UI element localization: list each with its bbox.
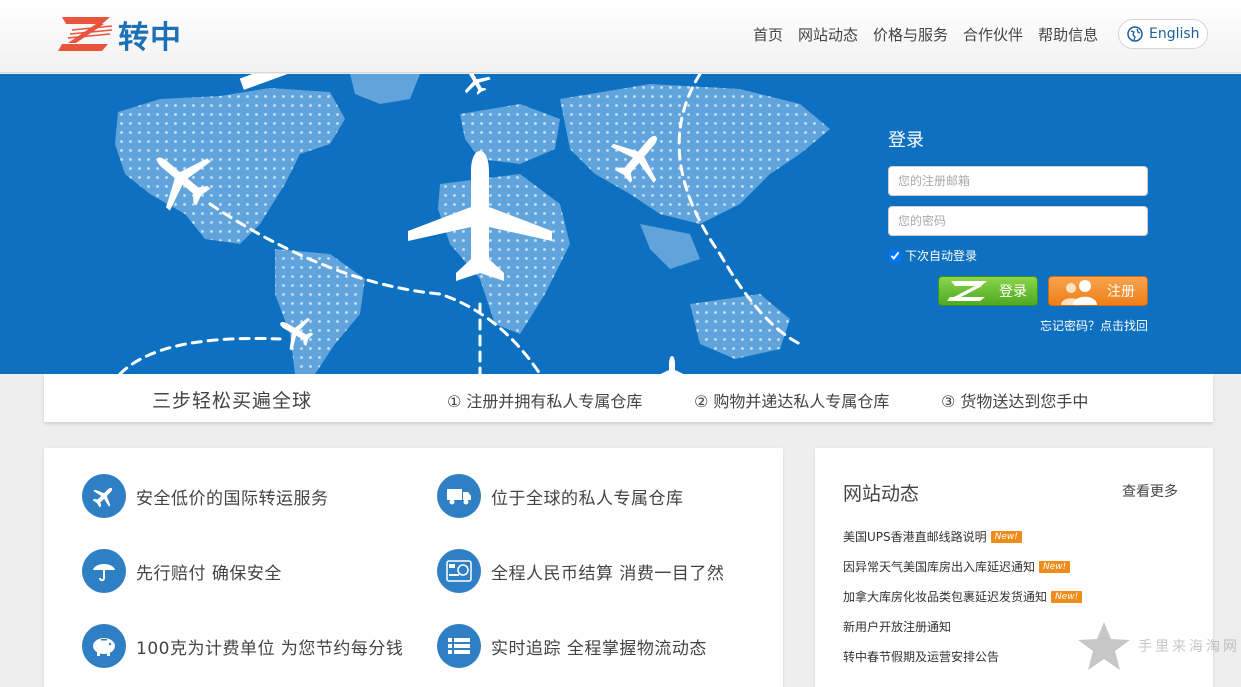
feature-item: 位于全球的私人专属仓库 (437, 474, 684, 518)
users-icon (1061, 280, 1097, 305)
nav-news[interactable]: 网站动态 (798, 24, 858, 45)
news-item[interactable]: 转中春节假期及运营安排公告 (843, 648, 999, 665)
globe-icon (1127, 26, 1143, 42)
feature-text: 位于全球的私人专属仓库 (491, 488, 684, 509)
news-title: 网站动态 (843, 483, 920, 505)
piggy-bank-icon (82, 624, 126, 668)
watermark: 手里来海淘网 (1076, 620, 1240, 672)
login-button-label: 登录 (999, 284, 1027, 300)
airplane-icon (82, 474, 126, 518)
currency-icon (437, 549, 481, 593)
email-field[interactable] (888, 166, 1148, 196)
language-label: English (1149, 26, 1200, 42)
main-nav: 首页 网站动态 价格与服务 合作伙伴 帮助信息 (753, 24, 1113, 45)
remember-checkbox[interactable] (889, 249, 901, 262)
remember-label: 下次自动登录 (905, 249, 978, 263)
watermark-text: 手里来海淘网 (1138, 639, 1240, 655)
password-field[interactable] (888, 206, 1148, 236)
news-item[interactable]: 因异常天气美国库房出入库延迟通知 New! (843, 558, 1071, 575)
logo[interactable]: 转中 (58, 16, 182, 56)
news-item-title: 转中春节假期及运营安排公告 (843, 650, 1000, 664)
new-badge: New! (1051, 590, 1083, 603)
umbrella-icon (82, 549, 126, 593)
feature-text: 全程人民币结算 消费一目了然 (491, 563, 725, 584)
step-3: ③ 货物送达到您手中 (941, 392, 1089, 411)
step-1: ① 注册并拥有私人专属仓库 (447, 392, 643, 411)
news-item-title: 加拿大库房化妆品类包裹延迟发货通知 (843, 590, 1048, 604)
news-item[interactable]: 新用户开放注册通知 (843, 618, 951, 635)
feature-text: 实时追踪 全程掌握物流动态 (491, 638, 707, 659)
login-button[interactable]: 登录 (938, 276, 1038, 306)
new-badge: New! (990, 530, 1022, 543)
register-button-label: 注册 (1107, 284, 1135, 300)
nav-pricing[interactable]: 价格与服务 (873, 24, 948, 45)
register-button[interactable]: 注册 (1048, 276, 1148, 306)
logo-text: 转中 (118, 19, 182, 56)
feature-item: 实时追踪 全程掌握物流动态 (437, 624, 707, 668)
feature-text: 安全低价的国际转运服务 (136, 488, 329, 509)
login-title: 登录 (888, 130, 924, 151)
list-icon (437, 624, 481, 668)
news-more-link[interactable]: 查看更多 (1122, 481, 1178, 501)
new-badge: New! (1039, 560, 1071, 573)
logo-mark-icon (947, 281, 987, 301)
step-2: ② 购物并递达私人专属仓库 (694, 392, 890, 411)
remember-me[interactable]: 下次自动登录 (889, 247, 977, 264)
news-item-title: 美国UPS香港直邮线路说明 (843, 530, 987, 544)
truck-icon (437, 474, 481, 518)
feature-item: 全程人民币结算 消费一目了然 (437, 549, 724, 593)
language-button[interactable]: English (1118, 19, 1208, 49)
star-icon (1078, 622, 1130, 670)
nav-help[interactable]: 帮助信息 (1038, 24, 1098, 45)
nav-partners[interactable]: 合作伙伴 (963, 24, 1023, 45)
logo-mark-icon (58, 17, 113, 51)
feature-item: 先行赔付 确保安全 (82, 549, 282, 593)
news-item-title: 因异常天气美国库房出入库延迟通知 (843, 560, 1036, 574)
news-item[interactable]: 加拿大库房化妆品类包裹延迟发货通知 New! (843, 588, 1083, 605)
feature-text: 100克为计费单位 为您节约每分钱 (136, 638, 404, 659)
steps-title: 三步轻松买遍全球 (152, 390, 313, 412)
feature-item: 100克为计费单位 为您节约每分钱 (82, 624, 403, 668)
forgot-password-link[interactable]: 忘记密码？点击找回 (1040, 317, 1148, 334)
feature-item: 安全低价的国际转运服务 (82, 474, 329, 518)
steps-bar: 三步轻松买遍全球 ① 注册并拥有私人专属仓库 ② 购物并递达私人专属仓库 ③ 货… (44, 374, 1213, 422)
feature-text: 先行赔付 确保安全 (136, 563, 282, 584)
nav-home[interactable]: 首页 (753, 24, 783, 45)
header: 转中 首页 网站动态 价格与服务 合作伙伴 帮助信息 English (0, 0, 1241, 73)
features-panel: 安全低价的国际转运服务 位于全球的私人专属仓库 先行赔付 确保安全 全程人民币结… (44, 448, 783, 687)
news-item[interactable]: 美国UPS香港直邮线路说明 New! (843, 528, 1022, 545)
news-item-title: 新用户开放注册通知 (843, 620, 952, 634)
